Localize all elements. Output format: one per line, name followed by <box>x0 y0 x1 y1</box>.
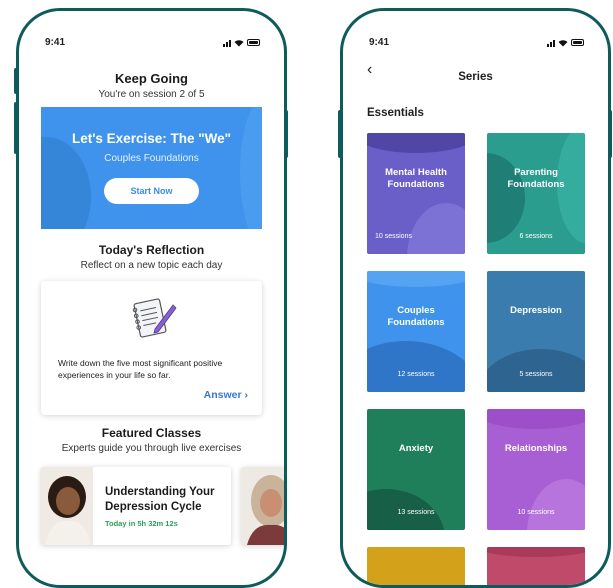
signal-icon <box>223 39 231 47</box>
class-countdown: Today in 5h 32m 12s <box>105 519 178 528</box>
tile-decoration <box>407 203 465 254</box>
tile-decoration <box>367 341 465 392</box>
series-tile-couples[interactable]: Couples Foundations 12 sessions <box>367 271 465 392</box>
tile-session-count: 6 sessions <box>519 233 553 240</box>
tile-title: Relationships <box>504 443 568 454</box>
signal-icon <box>547 39 555 47</box>
reflection-card[interactable]: Write down the five most significant pos… <box>41 281 262 415</box>
featured-subtitle: Experts guide you through live exercises <box>61 443 242 454</box>
keep-going-title: Keep Going <box>115 71 188 86</box>
hero-title: Let's Exercise: The "We" <box>71 131 232 146</box>
tile-decoration <box>487 547 585 557</box>
battery-icon <box>571 39 584 46</box>
tile-decoration <box>367 271 465 287</box>
tile-title: Parenting Foundations <box>507 167 565 190</box>
featured-title: Featured Classes <box>101 426 202 440</box>
tile-title: Couples Foundations <box>387 305 445 328</box>
series-tile-parenting[interactable]: Parenting Foundations 6 sessions <box>487 133 585 254</box>
class-card[interactable] <box>241 467 284 545</box>
tile-session-count: 10 sessions <box>517 509 555 516</box>
wifi-icon <box>558 39 568 46</box>
wifi-icon <box>234 39 244 46</box>
tile-session-count: 5 sessions <box>519 371 553 378</box>
series-tile-partial[interactable] <box>487 547 585 585</box>
chevron-right-icon: › <box>244 389 249 401</box>
battery-icon <box>247 39 260 46</box>
tile-session-count: 13 sessions <box>397 509 435 516</box>
tile-decoration <box>487 409 585 429</box>
series-tile-depression[interactable]: Depression 5 sessions <box>487 271 585 392</box>
session-progress-text: You're on session 2 of 5 <box>98 89 205 100</box>
series-tile-anxiety[interactable]: Anxiety 13 sessions <box>367 409 465 530</box>
hero-subtitle: Couples Foundations <box>104 153 199 164</box>
status-time: 9:41 <box>45 37 66 48</box>
answer-label: Answer <box>203 389 242 401</box>
tile-session-count: 10 sessions <box>375 233 412 240</box>
class-title: Understanding Your Depression Cycle <box>105 486 215 513</box>
tile-title: Anxiety <box>398 443 434 454</box>
tile-decoration <box>367 133 465 153</box>
page-title: Series <box>458 71 493 83</box>
series-tile-mental-health[interactable]: Mental Health Foundations 10 sessions <box>367 133 465 254</box>
instructor-photo <box>41 467 93 545</box>
hero-decoration <box>240 107 262 229</box>
exercise-hero-card[interactable]: Let's Exercise: The "We" Couples Foundat… <box>41 107 262 229</box>
home-screen-phone: 9:41 Keep Going You're on session 2 of 5… <box>16 8 287 588</box>
hero-decoration <box>41 137 91 229</box>
series-tile-relationships[interactable]: Relationships 10 sessions <box>487 409 585 530</box>
series-tile-partial[interactable] <box>367 547 465 585</box>
answer-link[interactable]: Answer › <box>204 389 248 401</box>
tile-title: Mental Health Foundations <box>385 167 447 190</box>
series-screen-phone: 9:41 ‹ Series Essentials Mental Health F… <box>340 8 611 588</box>
status-icons <box>547 39 584 47</box>
notepad-pencil-icon <box>132 298 177 338</box>
instructor-photo <box>241 467 284 545</box>
status-time: 9:41 <box>369 37 390 48</box>
status-bar: 9:41 <box>369 37 584 48</box>
reflection-subtitle: Reflect on a new topic each day <box>80 260 223 271</box>
tile-decoration <box>527 479 585 530</box>
status-icons <box>223 39 260 47</box>
section-title: Essentials <box>367 107 424 119</box>
start-now-button[interactable]: Start Now <box>104 178 199 204</box>
class-card[interactable]: Understanding Your Depression Cycle Toda… <box>41 467 231 545</box>
tile-session-count: 12 sessions <box>397 371 435 378</box>
reflection-prompt: Write down the five most significant pos… <box>58 358 223 380</box>
tile-title: Depression <box>510 305 562 316</box>
status-bar: 9:41 <box>45 37 260 48</box>
reflection-title: Today's Reflection <box>98 243 205 257</box>
